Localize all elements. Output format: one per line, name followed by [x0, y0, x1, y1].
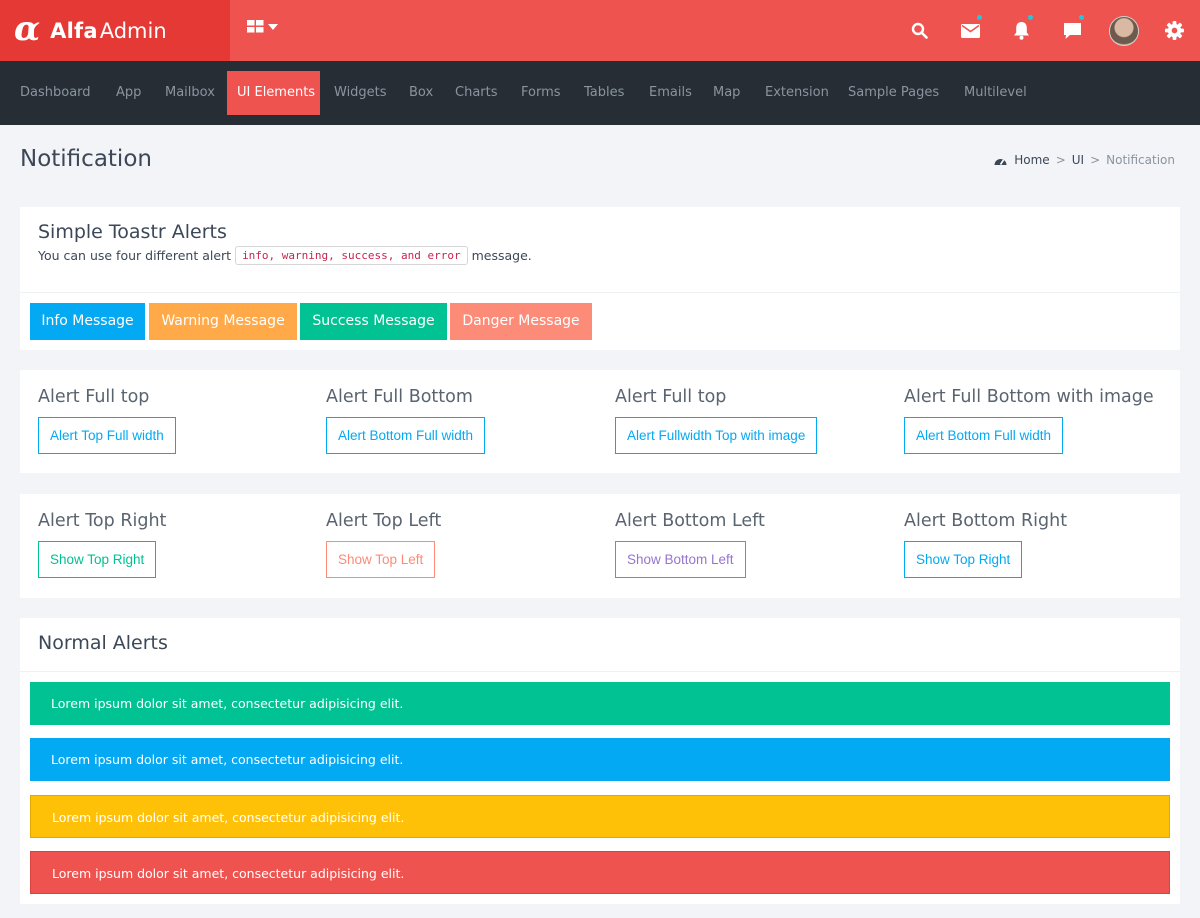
nav-item-mailbox[interactable]: Mailbox — [165, 71, 215, 115]
danger-message-button[interactable]: Danger Message — [450, 303, 592, 340]
success-alert: Lorem ipsum dolor sit amet, consectetur … — [30, 682, 1170, 725]
column-title: Alert Full Bottom — [326, 387, 473, 407]
mail-icon — [961, 23, 980, 38]
normal-alerts-card: Normal Alerts Lorem ipsum dolor sit amet… — [20, 618, 1180, 904]
alert-top-full-width-button[interactable]: Alert Top Full width — [38, 417, 176, 454]
apps-menu-button[interactable] — [247, 20, 278, 33]
search-button[interactable] — [894, 0, 945, 61]
show-top-right-button[interactable]: Show Top Right — [38, 541, 157, 578]
success-message-button[interactable]: Success Message — [300, 303, 447, 340]
bell-icon — [1014, 22, 1029, 40]
full-top-image-column: Alert Full top Alert Fullwidth Top with … — [615, 387, 818, 454]
apps-grid-icon — [247, 20, 264, 33]
brand-logo[interactable]: α Alfa Admin — [0, 0, 230, 61]
top-left-column: Alert Top Left Show Top Left — [326, 511, 441, 578]
caret-down-icon — [268, 23, 278, 30]
mail-status-dot — [976, 14, 983, 21]
nav-item-map[interactable]: Map — [713, 71, 740, 115]
breadcrumb-separator: > — [1055, 153, 1066, 167]
alpha-logo-icon: α — [14, 8, 41, 49]
toastr-types-code: info, warning, success, and error — [235, 246, 468, 265]
column-title: Alert Top Left — [326, 511, 442, 531]
full-width-alerts-card: Alert Full top Alert Top Full width Aler… — [20, 370, 1180, 473]
top-header: α Alfa Admin — [0, 0, 1200, 61]
nav-item-extension[interactable]: Extension — [765, 71, 829, 115]
full-top-column: Alert Full top Alert Top Full width — [38, 387, 176, 454]
divider — [20, 292, 1180, 293]
nav-item-widgets[interactable]: Widgets — [334, 71, 387, 115]
toastr-desc-prefix: You can use four different alert — [38, 248, 232, 263]
toastr-desc-suffix: message. — [471, 248, 532, 263]
mail-button[interactable] — [945, 0, 996, 61]
position-alerts-card: Alert Top Right Show Top Right Alert Top… — [20, 494, 1180, 598]
alert-bottom-full-width-button[interactable]: Alert Bottom Full width — [326, 417, 486, 454]
column-title: Alert Full top — [615, 387, 727, 407]
show-bottom-left-button[interactable]: Show Bottom Left — [615, 541, 746, 578]
nav-item-forms[interactable]: Forms — [521, 71, 561, 115]
nav-item-dashboard[interactable]: Dashboard — [20, 71, 91, 115]
nav-item-charts[interactable]: Charts — [455, 71, 498, 115]
nav-item-multilevel[interactable]: Multilevel — [964, 71, 1027, 115]
messages-button[interactable] — [1047, 0, 1098, 61]
info-alert: Lorem ipsum dolor sit amet, consectetur … — [30, 738, 1170, 781]
nav-item-box[interactable]: Box — [409, 71, 433, 115]
avatar — [1108, 15, 1139, 46]
column-title: Alert Full Bottom with image — [904, 387, 1154, 407]
bottom-left-column: Alert Bottom Left Show Bottom Left — [615, 511, 765, 578]
breadcrumb-home-link[interactable]: Home — [1014, 153, 1049, 167]
breadcrumb-ui-link[interactable]: UI — [1072, 153, 1084, 167]
divider — [20, 671, 1180, 672]
nav-item-sample-pages[interactable]: Sample Pages — [848, 71, 939, 115]
nav-item-emails[interactable]: Emails — [649, 71, 692, 115]
settings-button[interactable] — [1149, 0, 1200, 61]
nav-item-tables[interactable]: Tables — [584, 71, 624, 115]
toastr-alerts-card: Simple Toastr Alerts You can use four di… — [20, 207, 1180, 350]
alert-fullwidth-top-image-button[interactable]: Alert Fullwidth Top with image — [615, 417, 818, 454]
breadcrumb: Home > UI > Notification — [994, 153, 1175, 167]
user-profile-button[interactable] — [1098, 0, 1149, 61]
search-icon — [911, 22, 928, 39]
breadcrumb-separator: > — [1090, 153, 1101, 167]
alert-bottom-full-width-image-button[interactable]: Alert Bottom Full width — [904, 417, 1064, 454]
breadcrumb-current: Notification — [1106, 153, 1175, 167]
chat-icon — [1064, 22, 1081, 39]
bell-status-dot — [1027, 14, 1034, 21]
warning-message-button[interactable]: Warning Message — [149, 303, 297, 340]
chat-status-dot — [1078, 14, 1085, 21]
top-right-column: Alert Top Right Show Top Right — [38, 511, 166, 578]
column-title: Alert Top Right — [38, 511, 167, 531]
full-bottom-image-column: Alert Full Bottom with image Alert Botto… — [904, 387, 1154, 454]
page-title: Notification — [20, 146, 152, 172]
notifications-button[interactable] — [996, 0, 1047, 61]
full-bottom-column: Alert Full Bottom Alert Bottom Full widt… — [326, 387, 486, 454]
nav-item-app[interactable]: App — [116, 71, 141, 115]
info-message-button[interactable]: Info Message — [30, 303, 145, 340]
brand-name-part1: Alfa — [50, 18, 98, 43]
column-title: Alert Bottom Left — [615, 511, 765, 531]
main-navigation: Dashboard App Mailbox UI Elements Widget… — [0, 61, 1200, 125]
show-bottom-right-button[interactable]: Show Top Right — [904, 541, 1023, 578]
toastr-description: You can use four different alert info, w… — [38, 246, 532, 265]
warning-alert: Lorem ipsum dolor sit amet, consectetur … — [30, 795, 1170, 838]
dashboard-gauge-icon — [994, 158, 1007, 165]
show-top-left-button[interactable]: Show Top Left — [326, 541, 436, 578]
gear-icon — [1165, 21, 1184, 40]
normal-alerts-title: Normal Alerts — [38, 632, 168, 654]
toastr-card-title: Simple Toastr Alerts — [38, 221, 227, 243]
brand-name-part2: Admin — [99, 18, 167, 43]
column-title: Alert Bottom Right — [904, 511, 1068, 531]
danger-alert: Lorem ipsum dolor sit amet, consectetur … — [30, 851, 1170, 894]
nav-item-ui-elements[interactable]: UI Elements — [227, 71, 320, 115]
column-title: Alert Full top — [38, 387, 150, 407]
bottom-right-column: Alert Bottom Right Show Top Right — [904, 511, 1067, 578]
